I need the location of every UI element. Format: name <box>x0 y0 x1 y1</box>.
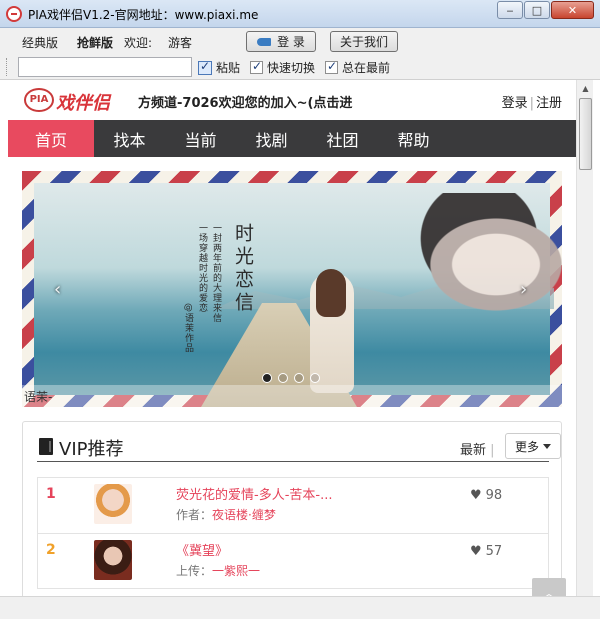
web-scrollbar[interactable]: ▲ <box>576 80 593 596</box>
auth-separator: | <box>529 96 534 111</box>
vip-title: VIP推荐 <box>59 439 124 460</box>
menu-row: 经典版 抢鲜版 欢迎: 游客 登 录 关于我们 <box>0 28 600 54</box>
heart-icon: ♥ <box>470 544 482 559</box>
login-button[interactable]: 登 录 <box>246 31 316 52</box>
site-header: PIA 戏伴侣 方频道-7026欢迎您的加入~(点击进 登录 | 注册 <box>8 80 576 120</box>
carousel-dot[interactable] <box>310 373 320 383</box>
banner-caption: 语茉- <box>22 385 562 407</box>
paste-icon <box>198 59 212 75</box>
nav-current[interactable]: 当前 <box>165 120 236 157</box>
maximize-icon[interactable]: □ <box>524 1 550 19</box>
login-link[interactable]: 登录 <box>502 96 528 111</box>
status-bar <box>0 596 600 619</box>
banner-figure-hair <box>316 269 346 317</box>
likes-value: 57 <box>485 544 503 559</box>
item-title[interactable]: 荧光花的爱情-多人-苦本-... <box>176 484 332 503</box>
nav-help[interactable]: 帮助 <box>378 120 449 157</box>
nav-find-drama[interactable]: 找剧 <box>236 120 307 157</box>
main-nav: 首页 找本 当前 找剧 社团 帮助 <box>8 120 576 157</box>
paste-button[interactable]: 粘贴 <box>198 59 240 76</box>
carousel-dot[interactable] <box>294 373 304 383</box>
toolbar: 粘贴 快速切换 总在最前 <box>0 54 600 80</box>
register-link[interactable]: 注册 <box>536 96 562 111</box>
quick-switch-checkbox[interactable]: 快速切换 <box>250 59 315 76</box>
auth-links: 登录 | 注册 <box>502 92 562 111</box>
early-version-link[interactable]: 抢鲜版 <box>77 34 113 51</box>
welcome-label: 欢迎: <box>124 36 153 50</box>
cover-thumbnail[interactable] <box>94 484 132 524</box>
likes-count: ♥ 57 <box>470 544 502 559</box>
item-meta: 上传：一紫熙一 <box>176 562 260 579</box>
rank-number: 2 <box>46 542 56 558</box>
carousel-dots <box>262 373 326 383</box>
classic-version-link[interactable]: 经典版 <box>22 34 58 51</box>
meta-label: 上传： <box>176 564 213 578</box>
carousel-dot[interactable] <box>262 373 272 383</box>
toolbar-input[interactable] <box>18 57 192 77</box>
site-logo[interactable]: PIA <box>24 88 54 112</box>
vip-list: 1 荧光花的爱情-多人-苦本-... 作者：夜语楼·缠梦 ♥ 98 2 《冀望》 … <box>37 477 549 589</box>
banner-line-3: @语茉作品 <box>183 303 193 353</box>
banner-line-1: 一封两年前的大理来信 <box>211 223 221 323</box>
banner-carousel[interactable]: 时光恋信 一封两年前的大理来信 一场穿越时光的爱恋 @语茉作品 ‹ › 语茉- <box>22 171 562 407</box>
item-meta: 作者：夜语楼·缠梦 <box>176 506 276 523</box>
window-titlebar[interactable]: PIA戏伴侣V1.2-官网地址：www.piaxi.me ‒ □ ✕ <box>0 0 600 28</box>
item-title[interactable]: 《冀望》 <box>176 540 228 559</box>
vip-panel: VIP推荐 最新 | 更多 1 荧光花的爱情-多人-苦本-... 作者：夜语楼·… <box>22 421 562 596</box>
more-label: 更多 <box>514 439 539 454</box>
chevron-right-icon[interactable]: › <box>520 279 527 300</box>
list-item[interactable]: 2 《冀望》 上传：一紫熙一 ♥ 57 <box>37 533 549 589</box>
banner-portrait <box>394 193 562 323</box>
scroll-up-icon[interactable]: ▲ <box>577 80 594 97</box>
likes-value: 98 <box>485 488 503 503</box>
announcement-marquee[interactable]: 方频道-7026欢迎您的加入~(点击进 <box>138 92 352 111</box>
author-link[interactable]: 夜语楼·缠梦 <box>212 508 276 522</box>
newest-label: 最新 <box>460 443 487 458</box>
always-on-top-checkbox[interactable]: 总在最前 <box>325 59 390 76</box>
book-icon <box>39 438 53 455</box>
always-on-top-check[interactable] <box>325 59 338 74</box>
minimize-icon[interactable]: ‒ <box>497 1 523 19</box>
window-title: PIA戏伴侣V1.2-官网地址：www.piaxi.me <box>28 8 259 22</box>
newest-link[interactable]: 最新 | <box>460 439 495 458</box>
vip-header: VIP推荐 最新 | 更多 <box>37 430 561 462</box>
likes-count: ♥ 98 <box>470 488 502 503</box>
nav-clubs[interactable]: 社团 <box>307 120 378 157</box>
scroll-thumb[interactable] <box>579 98 592 170</box>
cover-thumbnail[interactable] <box>94 540 132 580</box>
web-view: PIA 戏伴侣 方频道-7026欢迎您的加入~(点击进 登录 | 注册 首页 找本 … <box>8 80 576 596</box>
always-on-top-label: 总在最前 <box>342 61 391 75</box>
nav-home[interactable]: 首页 <box>8 120 94 157</box>
toolbar-grip[interactable] <box>6 58 9 76</box>
paste-label: 粘贴 <box>216 61 241 75</box>
key-icon <box>257 37 272 46</box>
caret-down-icon <box>543 443 551 449</box>
app-logo-icon <box>6 6 22 22</box>
quick-switch-label: 快速切换 <box>267 61 316 75</box>
uploader-link[interactable]: 一紫熙一 <box>212 564 260 578</box>
nav-find-script[interactable]: 找本 <box>94 120 165 157</box>
about-us-button[interactable]: 关于我们 <box>330 31 398 52</box>
window-controls: ‒ □ ✕ <box>496 1 594 19</box>
meta-label: 作者： <box>176 508 213 522</box>
more-dropdown[interactable]: 更多 <box>505 433 561 459</box>
login-button-label: 登 录 <box>277 35 305 49</box>
list-item[interactable]: 1 荧光花的爱情-多人-苦本-... 作者：夜语楼·缠梦 ♥ 98 <box>37 477 549 533</box>
quick-switch-check[interactable] <box>250 59 263 74</box>
carousel-dot[interactable] <box>278 373 288 383</box>
rank-number: 1 <box>46 486 56 502</box>
username-label: 游客 <box>168 36 193 50</box>
close-icon[interactable]: ✕ <box>551 1 594 19</box>
banner-line-2: 一场穿越时光的爱恋 <box>197 223 207 313</box>
chevron-left-icon[interactable]: ‹ <box>54 279 61 300</box>
site-logo-text[interactable]: 戏伴侣 <box>56 89 110 115</box>
heart-icon: ♥ <box>470 488 482 503</box>
banner-image: 时光恋信 一封两年前的大理来信 一场穿越时光的爱恋 @语茉作品 <box>34 183 562 407</box>
banner-title: 时光恋信 <box>232 223 254 315</box>
